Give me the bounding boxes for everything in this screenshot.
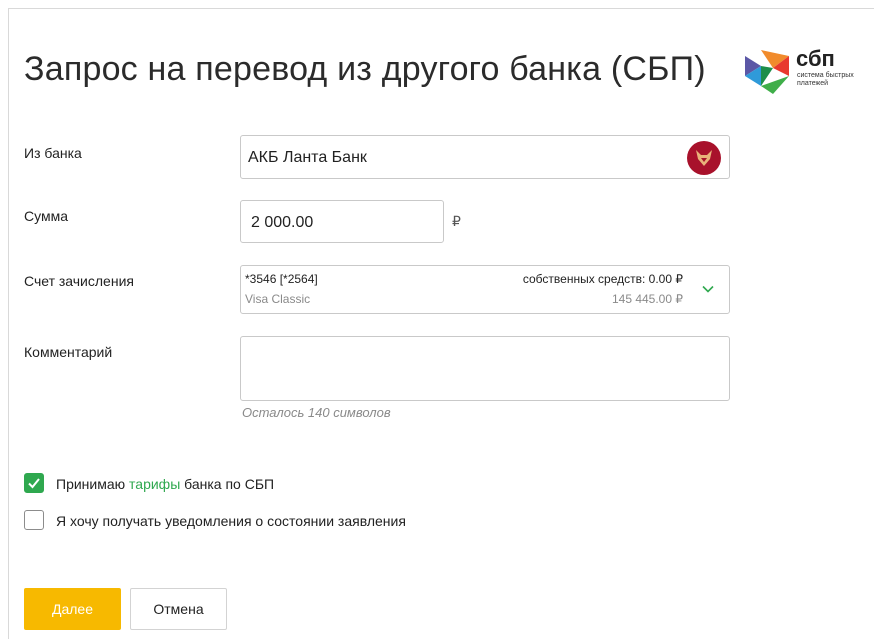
comment-textarea[interactable] xyxy=(240,336,730,401)
account-own-funds: собственных средств: 0.00 ₽ xyxy=(522,272,683,286)
from-bank-select[interactable]: АКБ Ланта Банк xyxy=(240,135,730,179)
panel-top-border xyxy=(8,8,874,9)
cancel-button[interactable]: Отмена xyxy=(130,588,227,630)
account-label: Счет зачисления xyxy=(24,273,134,289)
sbp-logo-word: сбп xyxy=(796,46,835,71)
tariffs-checkbox[interactable] xyxy=(24,473,44,493)
page-title: Запрос на перевод из другого банка (СБП) xyxy=(24,50,706,88)
comment-label: Комментарий xyxy=(24,344,113,360)
panel-left-border xyxy=(8,8,9,639)
account-balance: 145 445.00 ₽ xyxy=(611,292,683,306)
notifications-checkbox-label: Я хочу получать уведомления о состоянии … xyxy=(56,513,406,529)
tariffs-checkbox-label: Принимаю тарифы банка по СБП xyxy=(56,476,274,492)
amount-value: 2 000.00 xyxy=(251,214,314,231)
comment-remaining-counter: Осталось 140 символов xyxy=(242,405,391,420)
currency-symbol: ₽ xyxy=(452,213,461,229)
chevron-down-icon[interactable] xyxy=(701,282,715,296)
next-button[interactable]: Далее xyxy=(24,588,121,630)
account-number: *3546 [*2564] xyxy=(245,272,318,286)
amount-label: Сумма xyxy=(24,208,68,224)
sbp-logo-subtitle: система быстрых платежей xyxy=(797,72,854,87)
account-card-type: Visa Classic xyxy=(245,292,311,306)
tariffs-label-suffix: банка по СБП xyxy=(180,476,275,492)
notifications-checkbox[interactable] xyxy=(24,510,44,530)
checkmark-icon xyxy=(28,478,40,489)
amount-input[interactable]: 2 000.00 xyxy=(240,200,444,243)
account-select[interactable]: *3546 [*2564] Visa Classic собственных с… xyxy=(240,265,730,314)
tariffs-label-prefix: Принимаю xyxy=(56,476,130,492)
tariffs-link[interactable]: тарифы xyxy=(129,476,180,492)
bank-logo-icon xyxy=(687,141,721,175)
from-bank-value: АКБ Ланта Банк xyxy=(248,149,367,166)
from-bank-label: Из банка xyxy=(24,145,82,161)
